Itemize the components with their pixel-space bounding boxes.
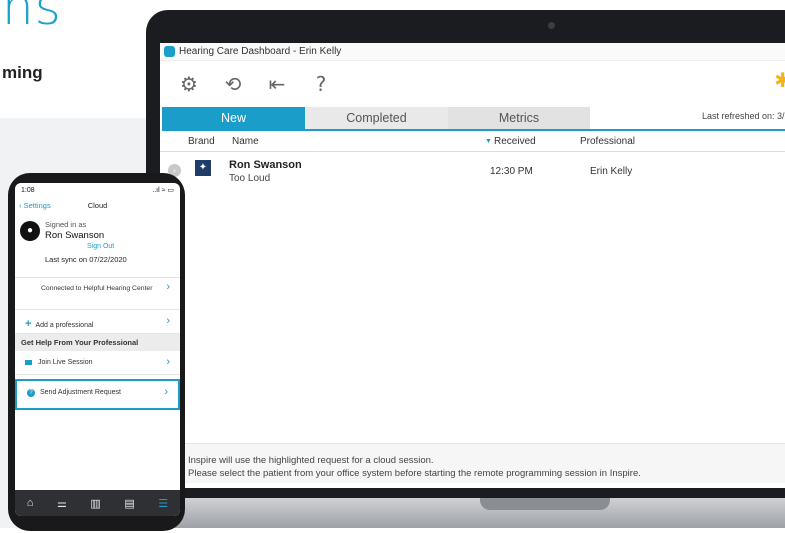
table-header: Brand Name ▼ Received Professional xyxy=(160,134,785,152)
tab-metrics[interactable]: Metrics xyxy=(448,107,590,129)
menu-icon[interactable]: ☰ xyxy=(158,497,168,510)
send-adjustment-request-row[interactable]: ? Send Adjustment Request › xyxy=(15,379,180,410)
connected-clinic-row[interactable]: Connected to Helpful Hearing Center › xyxy=(15,278,180,310)
table-row[interactable]: › ✦ Ron Swanson Too Loud 12:30 PM Erin K… xyxy=(160,155,785,191)
chevron-right-icon: › xyxy=(166,356,170,368)
tab-underline xyxy=(162,129,785,131)
laptop-base xyxy=(160,498,785,528)
video-camera-icon xyxy=(25,359,32,365)
tab-new[interactable]: New xyxy=(162,107,305,129)
signal-icon: ..ıl ≈ ▭ xyxy=(152,187,174,194)
sort-arrow-icon: ▼ xyxy=(485,138,492,145)
last-refreshed-label: Last refreshed on: 3/20 xyxy=(702,111,785,121)
star-icon[interactable]: ✱ xyxy=(774,68,785,93)
chevron-right-icon: › xyxy=(164,386,168,398)
phone-tab-bar: ⌂ ⚌ ▥ ▤ ☰ xyxy=(15,490,180,516)
account-card: ● Signed in as Ron Swanson Sign Out Last… xyxy=(15,215,180,278)
footer-line-1: Inspire will use the highlighted request… xyxy=(188,455,434,466)
device-icon[interactable]: ▤ xyxy=(124,497,134,510)
toolbar: ⚙ ⟲ ⇤ ? xyxy=(160,61,785,106)
brand-logo-icon: ✦ xyxy=(195,160,211,176)
tab-completed[interactable]: Completed xyxy=(305,107,448,129)
help-icon[interactable]: ? xyxy=(310,72,332,96)
chevron-right-icon: › xyxy=(166,315,170,327)
phone-title: Cloud xyxy=(87,201,108,210)
join-live-session-row[interactable]: Join Live Session › xyxy=(15,351,180,375)
signed-in-label: Signed in as xyxy=(45,220,87,229)
professional-name: Erin Kelly xyxy=(590,166,633,177)
question-icon: ? xyxy=(27,389,35,397)
phone-screen: 1:08 ..ıl ≈ ▭ ‹ Settings Cloud ● Signed … xyxy=(15,183,180,516)
footer-line-2: Please select the patient from your offi… xyxy=(188,468,641,479)
add-professional-label: Add a professional xyxy=(35,322,94,329)
join-live-label: Join Live Session xyxy=(38,359,93,366)
patient-request: Too Loud xyxy=(229,173,271,184)
exit-icon[interactable]: ⇤ xyxy=(266,72,288,96)
phone-status-bar: 1:08 ..ıl ≈ ▭ xyxy=(15,183,180,197)
last-sync: Last sync on 07/22/2020 xyxy=(45,255,127,264)
connected-label: Connected to Helpful Hearing Center xyxy=(41,285,153,292)
send-adjustment-label: Send Adjustment Request xyxy=(40,389,121,396)
received-time: 12:30 PM xyxy=(490,166,533,177)
phone-time: 1:08 xyxy=(21,186,35,194)
apple-logo-icon: ● xyxy=(20,221,40,241)
sign-out-link[interactable]: Sign Out xyxy=(87,243,114,250)
phone-nav-bar: ‹ Settings Cloud xyxy=(15,197,180,215)
chevron-right-icon: › xyxy=(166,281,170,293)
app-logo-icon xyxy=(164,46,175,57)
column-received[interactable]: Received xyxy=(494,136,536,147)
laptop-camera xyxy=(548,22,555,29)
refresh-icon[interactable]: ⟲ xyxy=(222,72,244,96)
tab-bar: New Completed Metrics Last refreshed on:… xyxy=(162,107,785,129)
help-section-header: Get Help From Your Professional xyxy=(15,334,180,351)
stats-icon[interactable]: ▥ xyxy=(90,497,100,510)
patient-name: Ron Swanson xyxy=(229,159,302,171)
hero-subheadline: ming xyxy=(2,63,43,82)
adjust-sliders-icon[interactable]: ⚌ xyxy=(57,497,67,510)
laptop-notch xyxy=(480,498,610,510)
settings-gear-icon[interactable]: ⚙ xyxy=(178,72,200,96)
add-professional-row[interactable]: + Add a professional › xyxy=(15,310,180,334)
hero-headline: ns xyxy=(2,0,62,36)
column-professional[interactable]: Professional xyxy=(580,136,635,147)
column-brand[interactable]: Brand xyxy=(188,136,215,147)
column-name[interactable]: Name xyxy=(232,136,259,147)
window-titlebar: Hearing Care Dashboard - Erin Kelly xyxy=(160,43,785,61)
home-icon[interactable]: ⌂ xyxy=(27,497,34,509)
dashboard-window: Hearing Care Dashboard - Erin Kelly ⚙ ⟲ … xyxy=(160,43,785,488)
window-title: Hearing Care Dashboard - Erin Kelly xyxy=(179,46,342,57)
plus-icon: + xyxy=(25,318,32,330)
user-name: Ron Swanson xyxy=(45,230,105,241)
info-footer: Inspire will use the highlighted request… xyxy=(160,443,785,483)
